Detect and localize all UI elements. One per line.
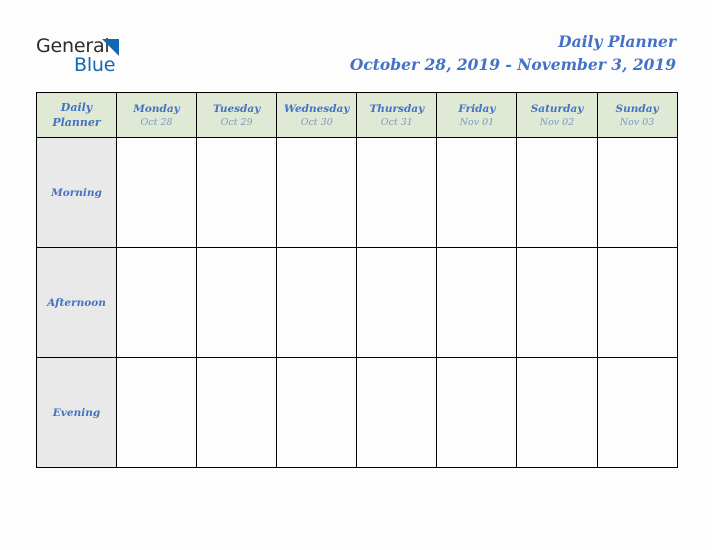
header-day-name: Sunday xyxy=(615,102,659,115)
header-day-date: Oct 31 xyxy=(380,116,413,128)
cell-evening-tuesday[interactable] xyxy=(196,357,278,468)
table-row-afternoon: Afternoon xyxy=(36,247,678,358)
cell-morning-wednesday[interactable] xyxy=(276,137,358,248)
generalblue-logo[interactable]: General Blue xyxy=(36,36,166,82)
corner-label-line2: Planner xyxy=(52,116,101,129)
cell-morning-friday[interactable] xyxy=(436,137,518,248)
header-day-date: Oct 28 xyxy=(140,116,173,128)
header-day-name: Monday xyxy=(133,102,180,115)
header-day-date: Oct 29 xyxy=(220,116,253,128)
cell-afternoon-monday[interactable] xyxy=(115,247,198,358)
corner-label-line1: Daily xyxy=(60,101,93,114)
header-cell-friday: Friday Nov 01 xyxy=(436,92,518,138)
daily-planner-table: Daily Planner Monday Oct 28 Tuesday Oct … xyxy=(36,92,678,468)
header-cell-wednesday: Wednesday Oct 30 xyxy=(276,92,358,138)
cell-morning-sunday[interactable] xyxy=(596,137,678,248)
date-range-subtitle: October 28, 2019 - November 3, 2019 xyxy=(349,55,676,74)
header-day-name: Thursday xyxy=(369,102,425,115)
cell-afternoon-friday[interactable] xyxy=(436,247,518,358)
header-day-name: Friday xyxy=(458,102,496,115)
header-cell-monday: Monday Oct 28 xyxy=(115,92,198,138)
cell-morning-thursday[interactable] xyxy=(356,137,438,248)
page-header: General Blue Daily Planner October 28, 2… xyxy=(0,0,712,88)
row-label-morning: Morning xyxy=(36,137,117,248)
header-cell-saturday: Saturday Nov 02 xyxy=(516,92,598,138)
cell-afternoon-wednesday[interactable] xyxy=(276,247,358,358)
cell-evening-wednesday[interactable] xyxy=(276,357,358,468)
header-day-name: Tuesday xyxy=(212,102,261,115)
header-cell-sunday: Sunday Nov 03 xyxy=(596,92,678,138)
header-cell-thursday: Thursday Oct 31 xyxy=(356,92,438,138)
cell-evening-saturday[interactable] xyxy=(516,357,598,468)
cell-evening-sunday[interactable] xyxy=(596,357,678,468)
cell-afternoon-saturday[interactable] xyxy=(516,247,598,358)
header-day-name: Wednesday xyxy=(284,102,350,115)
row-label-afternoon: Afternoon xyxy=(36,247,117,358)
cell-evening-friday[interactable] xyxy=(436,357,518,468)
table-row-evening: Evening xyxy=(36,357,678,468)
header-day-date: Nov 01 xyxy=(459,116,495,128)
cell-evening-monday[interactable] xyxy=(115,357,198,468)
cell-afternoon-sunday[interactable] xyxy=(596,247,678,358)
header-day-name: Saturday xyxy=(530,102,584,115)
cell-evening-thursday[interactable] xyxy=(356,357,438,468)
header-corner-cell: Daily Planner xyxy=(36,92,117,138)
page-title: Daily Planner xyxy=(558,32,676,51)
header-day-date: Nov 02 xyxy=(539,116,575,128)
title-block: Daily Planner October 28, 2019 - Novembe… xyxy=(350,32,676,76)
planner-page: General Blue Daily Planner October 28, 2… xyxy=(0,0,712,550)
cell-afternoon-thursday[interactable] xyxy=(356,247,438,358)
cell-morning-saturday[interactable] xyxy=(516,137,598,248)
logo-text-blue: Blue xyxy=(74,54,116,76)
table-row-morning: Morning xyxy=(36,137,678,248)
cell-morning-monday[interactable] xyxy=(115,137,198,248)
row-label-evening: Evening xyxy=(36,357,117,468)
cell-morning-tuesday[interactable] xyxy=(196,137,278,248)
logo-text-general: General xyxy=(36,35,110,57)
header-cell-tuesday: Tuesday Oct 29 xyxy=(196,92,278,138)
cell-afternoon-tuesday[interactable] xyxy=(196,247,278,358)
header-day-date: Oct 30 xyxy=(300,116,333,128)
header-day-date: Nov 03 xyxy=(619,116,655,128)
table-header-row: Daily Planner Monday Oct 28 Tuesday Oct … xyxy=(36,92,678,138)
